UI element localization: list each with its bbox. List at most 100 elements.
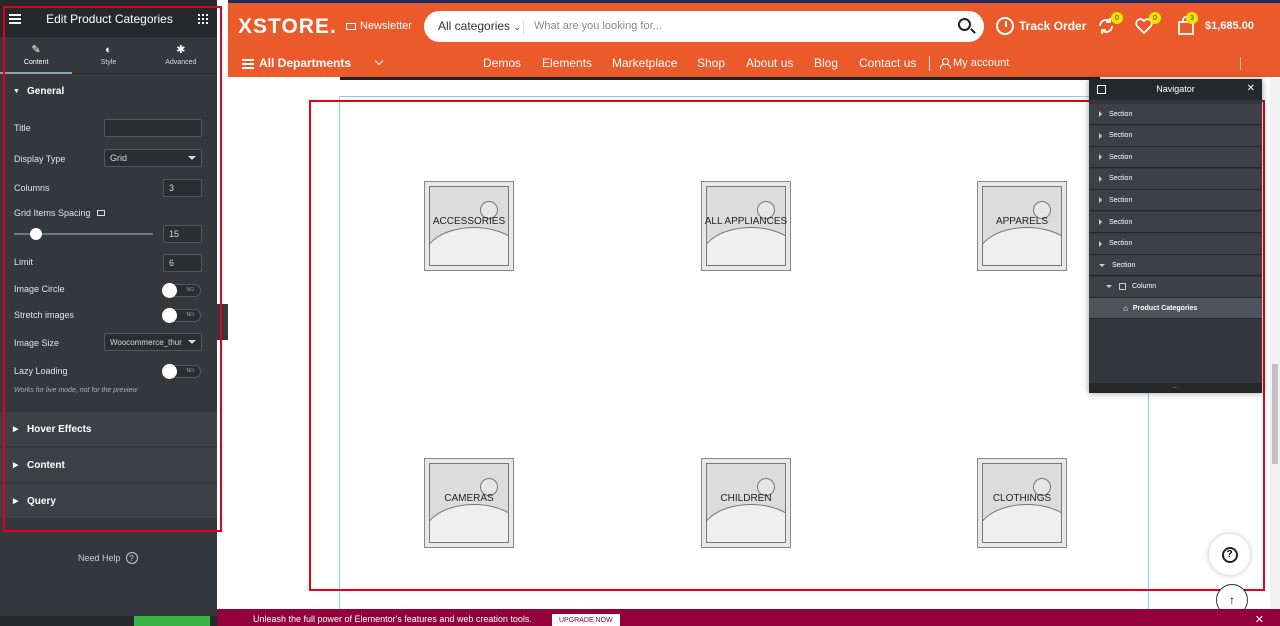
- image-size-select[interactable]: Woocommerce_thur: [104, 333, 202, 351]
- caret-icon[interactable]: [1099, 132, 1102, 139]
- site-logo[interactable]: XSTORE.: [238, 15, 337, 39]
- navigator-item-section[interactable]: Section: [1089, 255, 1262, 277]
- all-departments-button[interactable]: All Departments: [242, 56, 351, 70]
- section-query-toggle[interactable]: ▶ Query: [0, 484, 217, 518]
- navigator-item-label: Column: [1132, 283, 1157, 291]
- title-input[interactable]: [104, 119, 202, 137]
- help-button[interactable]: ?: [1209, 534, 1250, 575]
- section-content-toggle[interactable]: ▶ Content: [0, 448, 217, 482]
- lazy-loading-toggle[interactable]: NO: [162, 364, 201, 379]
- navigator-item-section[interactable]: Section: [1089, 168, 1262, 190]
- caret-icon[interactable]: [1099, 263, 1105, 267]
- upgrade-now-button[interactable]: UPGRADE NOW: [552, 614, 620, 626]
- spacing-slider-handle[interactable]: [30, 228, 42, 240]
- section-general-label: General: [27, 85, 65, 97]
- section-hover-effects-toggle[interactable]: ▶ Hover Effects: [0, 412, 217, 446]
- columns-label: Columns: [14, 183, 50, 193]
- category-item[interactable]: CHILDREN: [701, 458, 791, 548]
- widgets-grid-icon[interactable]: [197, 13, 208, 24]
- panel-header: Edit Product Categories: [0, 0, 217, 37]
- caret-icon[interactable]: [1099, 111, 1102, 117]
- compare-icon[interactable]: 0: [1096, 12, 1123, 36]
- caret-right-icon: ▶: [13, 462, 19, 469]
- navigator-resize-handle[interactable]: ...: [1089, 383, 1262, 393]
- navigator-item-label: Section: [1109, 196, 1133, 204]
- category-item[interactable]: ACCESSORIES: [424, 181, 514, 271]
- menu-item-elements[interactable]: Elements: [542, 56, 592, 70]
- limit-label: Limit: [14, 257, 34, 267]
- need-help-link[interactable]: Need Help ?: [78, 552, 138, 564]
- menu-item-marketplace[interactable]: Marketplace: [612, 56, 677, 70]
- title-label: Title: [14, 123, 31, 133]
- stretch-images-label: Stretch images: [14, 310, 75, 320]
- category-item[interactable]: ALL APPLIANCES: [701, 181, 791, 271]
- category-item[interactable]: CAMERAS: [424, 458, 514, 548]
- image-circle-toggle[interactable]: NO: [162, 283, 201, 298]
- close-icon[interactable]: ✕: [1247, 83, 1255, 94]
- navigator-item-section[interactable]: Section: [1089, 104, 1262, 125]
- section-top-border: [340, 77, 1100, 80]
- search-icon[interactable]: [958, 18, 971, 31]
- navigator-item-column[interactable]: Column: [1089, 276, 1262, 298]
- half-circle-icon: ◐: [105, 44, 112, 56]
- site-navbar: All Departments Demos Elements Marketpla…: [228, 51, 1280, 77]
- scrollbar-thumb[interactable]: [1272, 364, 1278, 464]
- limit-input[interactable]: 6: [163, 254, 202, 272]
- menu-separator: [929, 56, 930, 71]
- navigator-item-section[interactable]: Section: [1089, 190, 1262, 212]
- close-icon[interactable]: ✕: [1255, 613, 1264, 626]
- track-order-link[interactable]: Track Order: [996, 17, 1086, 35]
- category-label: ALL APPLIANCES: [704, 216, 788, 227]
- image-size-label: Image Size: [14, 338, 60, 348]
- cart-total[interactable]: $1,685.00: [1205, 20, 1254, 32]
- navigator-item-label: Section: [1112, 261, 1136, 269]
- search-category-select[interactable]: All categories ⌄: [438, 19, 521, 33]
- menu-item-blog[interactable]: Blog: [814, 56, 838, 70]
- chevron-down-icon[interactable]: [374, 56, 384, 66]
- menu-icon[interactable]: [9, 14, 21, 24]
- tab-style[interactable]: ◐ Style: [72, 37, 144, 73]
- heart-icon[interactable]: 0: [1134, 12, 1161, 36]
- caret-icon[interactable]: [1099, 240, 1102, 247]
- cart-icon[interactable]: 3: [1176, 12, 1198, 36]
- my-account-link[interactable]: My account: [940, 57, 1009, 69]
- menu-item-shop[interactable]: Shop: [697, 56, 725, 70]
- navigator-item-section[interactable]: Section: [1089, 233, 1262, 255]
- envelope-icon: [346, 22, 356, 30]
- desktop-icon[interactable]: [96, 210, 105, 216]
- stretch-images-toggle[interactable]: NO: [162, 308, 201, 323]
- search-input[interactable]: What are you looking for...: [534, 20, 662, 32]
- category-item[interactable]: CLOTHINGS: [977, 458, 1067, 548]
- update-button[interactable]: [134, 616, 210, 626]
- caret-right-icon: ▶: [13, 498, 19, 505]
- caret-icon[interactable]: [1099, 175, 1102, 182]
- category-item[interactable]: APPARELS: [977, 181, 1067, 271]
- caret-icon[interactable]: [1099, 197, 1102, 204]
- toggle-off-text: NO: [186, 287, 195, 293]
- category-label: CLOTHINGS: [992, 493, 1052, 504]
- menu-item-about[interactable]: About us: [746, 56, 793, 70]
- display-type-select[interactable]: Grid: [104, 149, 202, 167]
- need-help-label: Need Help: [78, 553, 121, 563]
- caret-icon[interactable]: [1106, 285, 1112, 289]
- navigator-item-product-categories[interactable]: ⌂ Product Categories: [1089, 298, 1262, 320]
- page-scrollbar[interactable]: [1270, 79, 1280, 609]
- menu-item-contact[interactable]: Contact us: [859, 56, 916, 70]
- section-general-toggle[interactable]: ▼ General: [0, 74, 217, 108]
- navigator-item-section[interactable]: Section: [1089, 147, 1262, 169]
- columns-input[interactable]: 3: [163, 179, 202, 197]
- spacing-input[interactable]: 15: [163, 225, 202, 243]
- navigator-item-section[interactable]: Section: [1089, 125, 1262, 147]
- tab-content[interactable]: ✎ Content: [0, 37, 73, 74]
- user-icon: [940, 58, 951, 69]
- menu-item-demos[interactable]: Demos: [483, 56, 521, 70]
- caret-down-icon: ▼: [13, 87, 20, 95]
- caret-icon[interactable]: [1099, 154, 1102, 161]
- panel-collapse-handle[interactable]: [217, 304, 228, 340]
- navigator-item-section[interactable]: Section: [1089, 212, 1262, 233]
- caret-icon[interactable]: [1099, 219, 1102, 225]
- newsletter-link[interactable]: Newsletter: [346, 20, 412, 32]
- lazy-loading-label: Lazy Loading: [14, 366, 68, 376]
- tab-advanced[interactable]: ✱ Advanced: [145, 37, 217, 73]
- image-circle-label: Image Circle: [14, 284, 65, 294]
